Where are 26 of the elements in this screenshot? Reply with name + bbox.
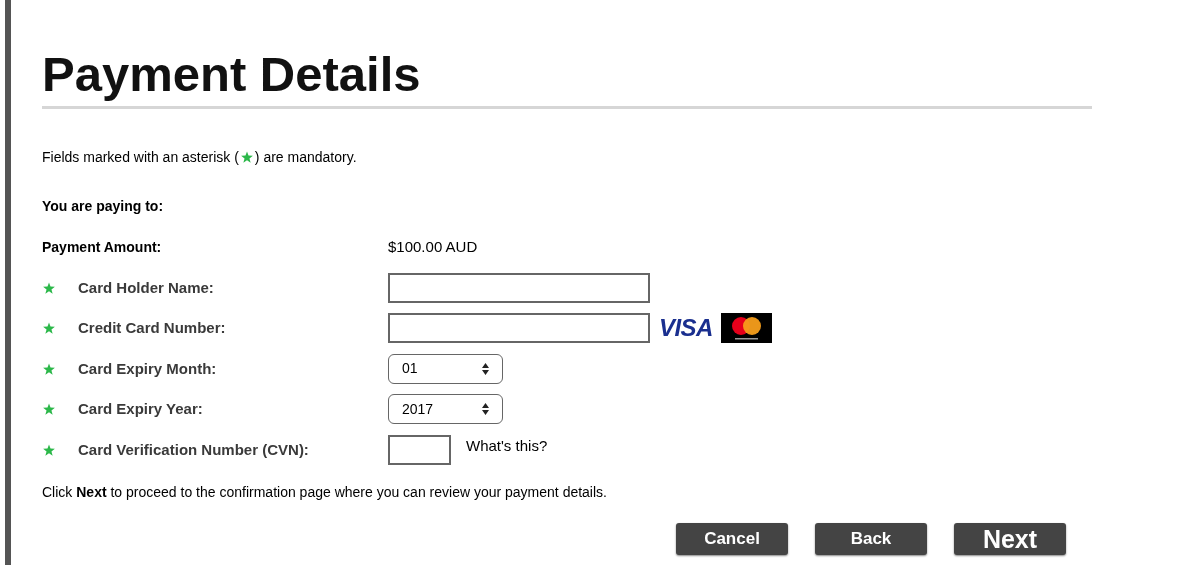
help-link[interactable]: What's this?	[466, 434, 548, 457]
field-label: Credit Card Number:	[78, 318, 227, 338]
secondary-button[interactable]: Cancel	[676, 523, 788, 555]
select-dropdown[interactable]: 2017	[388, 394, 503, 425]
field-label: Card Verification Number (CVN):	[78, 439, 310, 460]
field-label: Card Holder Name:	[78, 277, 215, 298]
intro-text: Fields marked with an asterisk (	[42, 147, 239, 167]
visa-logo: VISA	[659, 313, 713, 344]
asterisk-icon	[240, 151, 253, 163]
up-down-arrow-icon	[482, 403, 489, 416]
intro-text: ) are mandatory.	[254, 147, 357, 167]
primary-button[interactable]: Next	[954, 523, 1066, 555]
field-label: Card Expiry Month:	[78, 358, 218, 379]
paying-to-label: You are paying to:	[42, 197, 165, 216]
text-field[interactable]	[388, 434, 451, 465]
text-field[interactable]	[388, 313, 650, 344]
payment-amount-value: $100.00 AUD	[388, 237, 478, 257]
text-field[interactable]	[388, 272, 650, 303]
page-title: Payment Details	[42, 46, 422, 103]
instruction-text: Click Next to proceed to the confirmation page where you can review your payment details.	[42, 483, 608, 502]
card-logo-icon	[720, 313, 772, 344]
secondary-button[interactable]: Back	[815, 523, 927, 555]
field-label: Card Expiry Year:	[78, 399, 204, 419]
select-dropdown[interactable]: 01	[388, 353, 503, 384]
up-down-arrow-icon	[482, 362, 489, 375]
payment-amount-label: Payment Amount:	[42, 237, 163, 257]
